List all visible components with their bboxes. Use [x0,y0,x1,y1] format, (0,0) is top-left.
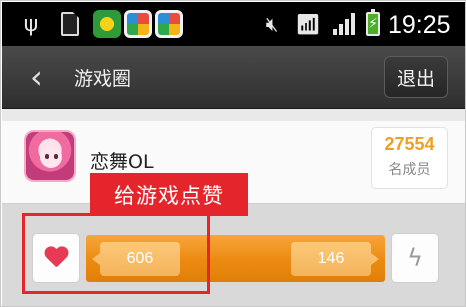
usb-icon: ψ [23,11,39,37]
boost-button[interactable]: ϟ [391,233,439,283]
clock: 19:25 [388,11,451,39]
battery-charging-icon: ⚡ [364,9,382,38]
divider [2,109,465,121]
page-title: 游戏圈 [74,68,132,90]
member-count: 27554 [384,134,435,154]
member-label: 名成员 [388,162,431,178]
title-bar: ‹ 游戏圈 退出 [2,46,465,109]
sd-card-icon [60,10,80,38]
member-stats[interactable]: 27554 名成员 [371,127,448,189]
annotation-label: 给游戏点赞 [90,173,248,216]
game-name: 恋舞OL [90,151,154,173]
app-icon [124,10,152,38]
signal-icon [332,10,356,38]
other-count: 146 [291,242,379,276]
screen: ψ 🔇︎ 📶︎ ⚡ 19:25 ‹ 游戏圈 退出 恋舞OL 27554 名成员 [0,0,466,307]
annotation-highlight [22,213,210,294]
wifi-icon: 📶︎ [295,12,321,36]
exit-button[interactable]: 退出 [384,56,448,98]
status-bar: ψ 🔇︎ 📶︎ ⚡ 19:25 [2,2,465,46]
chevron-left-icon[interactable]: ‹ [30,60,54,94]
lightning-icon: ϟ [407,244,423,272]
mute-icon: 🔇︎ [265,12,279,36]
app-icon [155,10,183,38]
game-avatar[interactable] [24,130,76,182]
app-icon [93,10,121,38]
